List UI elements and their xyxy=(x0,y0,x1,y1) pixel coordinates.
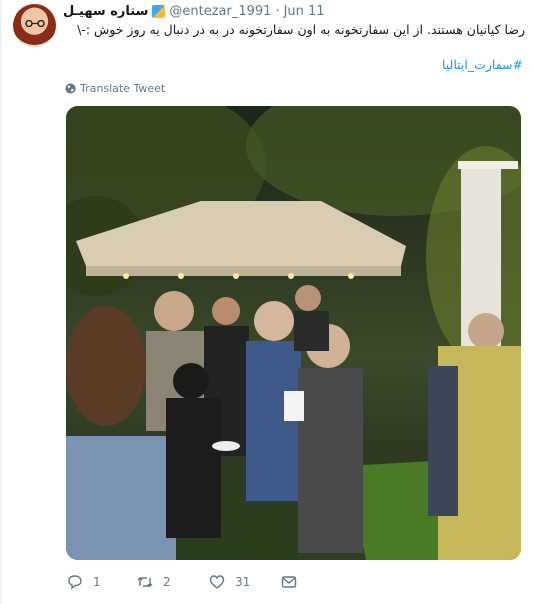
translate-tweet-button[interactable]: Translate Tweet xyxy=(65,82,165,95)
tweet-header: ستاره سهیـل @entezar_1991 · Jun 11 xyxy=(63,2,325,20)
tweet-photo[interactable] xyxy=(66,106,521,560)
retweet-count: 2 xyxy=(163,575,171,589)
like-count: 31 xyxy=(235,575,251,589)
reply-button[interactable]: 1 xyxy=(67,574,137,590)
reply-icon xyxy=(68,575,82,590)
retweet-icon xyxy=(137,577,153,587)
like-icon xyxy=(209,575,225,589)
avatar[interactable] xyxy=(13,4,56,47)
retweet-button[interactable]: 2 xyxy=(137,574,209,590)
author-name[interactable]: ستاره سهیـل xyxy=(63,4,148,19)
reply-count: 1 xyxy=(93,575,101,589)
globe-icon xyxy=(65,83,76,94)
author-handle[interactable]: @entezar_1991 xyxy=(169,4,271,19)
avatar-glasses-icon xyxy=(25,20,45,27)
tweet-text: رضا کیانیان هستند. از این سفارتخونه به ا… xyxy=(77,22,525,37)
hashtag-link[interactable]: #سفارت_ایتالیا xyxy=(442,57,523,72)
tweet-card: ستاره سهیـل @entezar_1991 · Jun 11 رضا ک… xyxy=(0,0,534,604)
emoji-icon xyxy=(152,4,166,18)
translate-label: Translate Tweet xyxy=(80,82,166,95)
tweet-date[interactable]: Jun 11 xyxy=(284,4,325,19)
tweet-actions: 1 2 31 xyxy=(67,572,297,592)
direct-message-button[interactable] xyxy=(281,574,297,590)
message-icon xyxy=(281,576,297,588)
like-button[interactable]: 31 xyxy=(209,574,281,590)
separator: · xyxy=(275,3,280,19)
party-photo-illustration xyxy=(66,106,521,560)
